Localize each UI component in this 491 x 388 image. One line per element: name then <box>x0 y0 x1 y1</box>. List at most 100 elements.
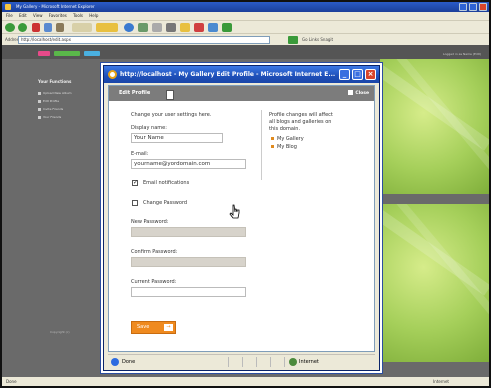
home-icon[interactable] <box>56 23 64 32</box>
intro-text: Change your user settings here. <box>131 112 212 118</box>
dialog-title: Edit Profile <box>119 90 151 96</box>
forward-icon[interactable] <box>18 23 27 32</box>
sidebar-item-upload[interactable]: Upload New Album <box>38 91 72 95</box>
security-zone: Internet <box>284 357 364 367</box>
sidebar-item-friends[interactable]: Your Friends <box>38 115 61 119</box>
screenshot-frame: My Gallery - Microsoft Internet Explorer… <box>0 0 491 388</box>
favorites-button[interactable] <box>96 23 118 32</box>
browser-menu-bar: File Edit View Favorites Tools Help <box>2 12 489 20</box>
browser-status-bar: Done Internet <box>2 377 489 386</box>
change-password-checkbox[interactable] <box>132 200 138 206</box>
menu-view[interactable]: View <box>33 13 43 18</box>
address-bar: Address http://localhost/edit.aspx Go Li… <box>2 33 489 45</box>
sidebar-item-label: Upload New Album <box>43 91 72 95</box>
popup-maximize-button[interactable]: □ <box>352 69 363 80</box>
nav-tab-3[interactable] <box>84 51 100 56</box>
status-segment <box>256 357 268 367</box>
info-text-line-3: this domain. <box>269 126 301 132</box>
go-icon[interactable] <box>288 36 298 44</box>
stop-icon[interactable] <box>32 23 40 32</box>
menu-help[interactable]: Help <box>89 13 98 18</box>
current-password-field[interactable] <box>131 287 246 297</box>
email-field[interactable]: yourname@yordomain.com <box>131 159 246 169</box>
history-icon[interactable] <box>138 23 148 32</box>
maximize-button[interactable] <box>469 3 477 11</box>
sidebar-item-invite[interactable]: Invite Friends <box>38 107 63 111</box>
refresh-icon[interactable] <box>44 23 52 32</box>
save-label: Save <box>137 324 150 330</box>
confirm-password-label: Confirm Password: <box>131 249 178 255</box>
media-icon[interactable] <box>124 23 134 32</box>
status-segment <box>228 357 240 367</box>
browser-title: My Gallery - Microsoft Internet Explorer <box>16 4 95 9</box>
email-label: E-mail: <box>131 151 149 157</box>
popup-status-text: Done <box>122 359 136 365</box>
popup-minimize-button[interactable]: _ <box>339 69 350 80</box>
header-user-text: Logged in as Name (Edit) <box>443 52 481 56</box>
text-cursor-icon <box>166 90 174 100</box>
edit-profile-popup-window: http://localhost - My Gallery Edit Profi… <box>101 63 382 373</box>
bullet-icon <box>38 91 41 95</box>
mouse-pointer-icon <box>229 204 240 219</box>
bullet-icon <box>38 107 41 111</box>
current-password-label: Current Password: <box>131 279 177 285</box>
toolbar-extra-icon[interactable] <box>194 23 204 32</box>
folder-icon[interactable] <box>180 23 190 32</box>
info-text-line-2: all blogs and galleries on <box>269 119 332 125</box>
bullet-icon <box>38 115 41 119</box>
menu-favorites[interactable]: Favorites <box>49 13 67 18</box>
new-password-field[interactable] <box>131 227 246 237</box>
confirm-password-field[interactable] <box>131 257 246 267</box>
link-my-blog[interactable]: My Blog <box>271 144 297 150</box>
nav-tab-1[interactable] <box>38 51 50 56</box>
change-password-label: Change Password <box>143 200 188 206</box>
sidebar-item-edit-profile[interactable]: Edit Profile <box>38 99 59 103</box>
menu-file[interactable]: File <box>6 13 13 18</box>
popup-title-bar: http://localhost - My Gallery Edit Profi… <box>104 66 379 83</box>
search-button[interactable] <box>72 23 92 32</box>
sidebar-title: Your Functions <box>38 79 72 84</box>
popup-ie-icon <box>108 70 117 79</box>
popup-body: Edit Profile Close Change your user sett… <box>108 85 375 352</box>
close-icon <box>348 90 354 95</box>
address-input[interactable]: http://localhost/edit.aspx <box>18 36 270 44</box>
messenger-icon[interactable] <box>208 23 218 32</box>
menu-tools[interactable]: Tools <box>73 13 83 18</box>
status-text: Done <box>6 379 17 384</box>
browser-toolbar <box>2 20 489 33</box>
print-icon[interactable] <box>166 23 176 32</box>
menu-edit[interactable]: Edit <box>19 13 27 18</box>
dialog-close-button[interactable]: Close <box>348 89 369 98</box>
mail-icon[interactable] <box>152 23 162 32</box>
status-segment <box>270 357 282 367</box>
status-segment <box>242 357 254 367</box>
sidebar-item-label: Invite Friends <box>43 107 64 111</box>
minimize-button[interactable] <box>459 3 467 11</box>
sidebar-item-label: Edit Profile <box>43 99 60 103</box>
popup-close-button[interactable]: × <box>365 69 376 80</box>
back-icon[interactable] <box>5 23 15 32</box>
bullet-icon <box>38 99 41 103</box>
display-name-field[interactable]: Your Name <box>131 133 223 143</box>
gallery-thumbnail-1[interactable] <box>380 59 489 194</box>
toolbar-extra2-icon[interactable] <box>222 23 232 32</box>
nav-tab-2[interactable] <box>54 51 80 56</box>
page-header: Logged in as Name (Edit) <box>2 45 489 59</box>
email-notifications-checkbox[interactable]: ✓ <box>132 180 138 186</box>
dialog-header: Edit Profile Close <box>109 86 374 101</box>
zone-label: Internet <box>299 359 319 365</box>
arrow-right-icon: → <box>164 324 173 331</box>
ie-icon <box>5 4 11 10</box>
sidebar-item-label: Your Friends <box>43 115 62 119</box>
email-notifications-label: Email notifications <box>143 180 190 186</box>
display-name-label: Display name: <box>131 125 167 131</box>
close-window-button[interactable] <box>479 3 487 11</box>
link-my-gallery[interactable]: My Gallery <box>271 136 304 142</box>
save-button[interactable]: Save → <box>131 321 176 334</box>
copyright: Copyright (c) <box>50 330 70 334</box>
status-zone: Internet <box>433 379 449 384</box>
gallery-thumbnail-2[interactable] <box>380 204 489 362</box>
popup-title: http://localhost - My Gallery Edit Profi… <box>120 71 336 78</box>
globe-icon <box>289 358 297 366</box>
new-password-label: New Password: <box>131 219 169 225</box>
